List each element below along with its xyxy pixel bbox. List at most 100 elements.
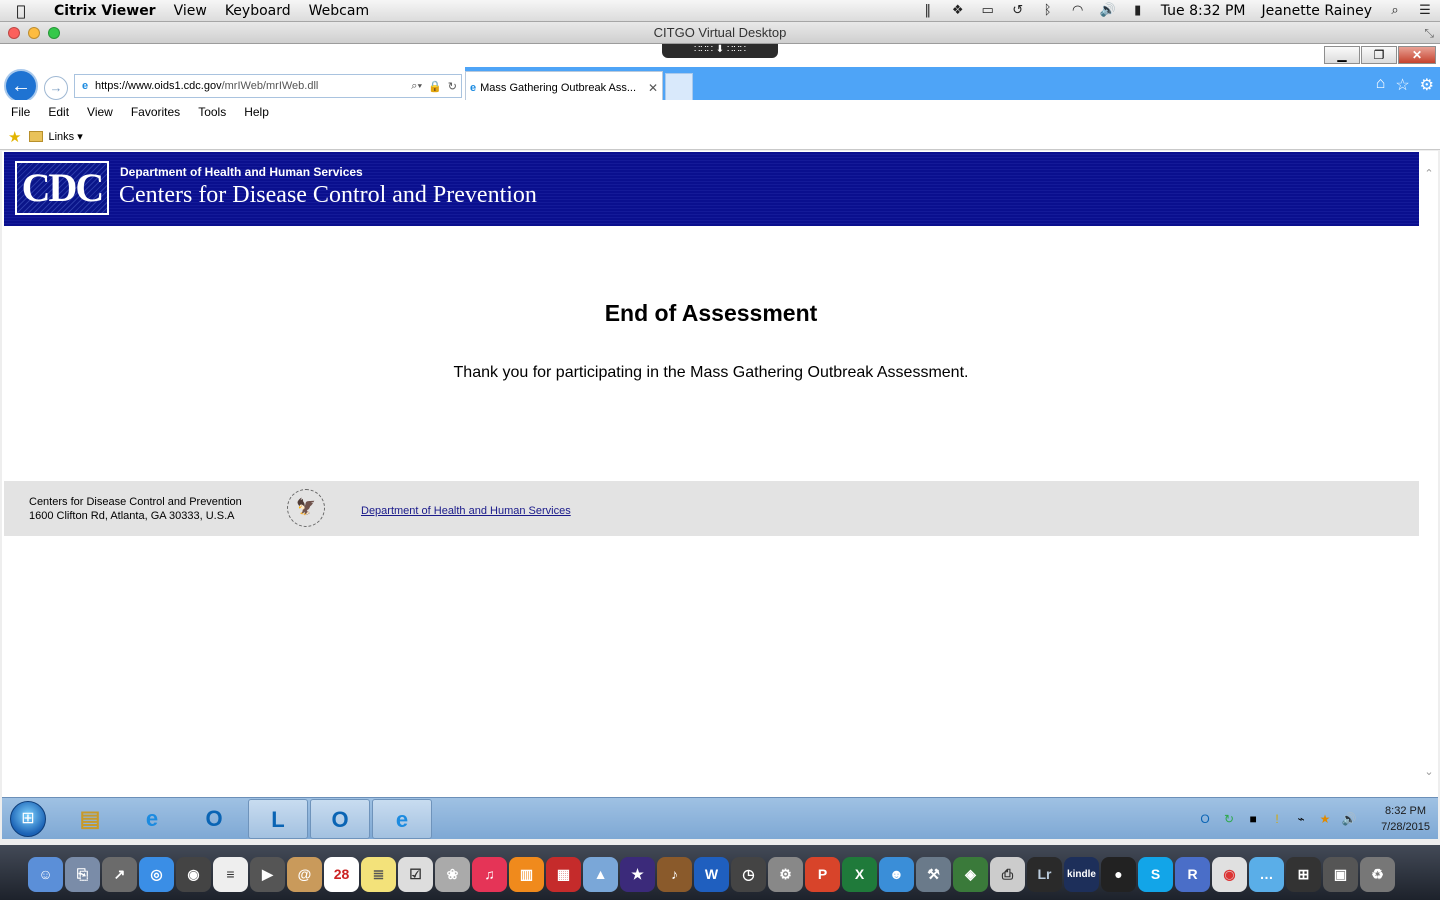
time-machine-icon[interactable]: ↺	[1003, 3, 1033, 18]
scroll-up-icon[interactable]: ⌃	[1420, 167, 1438, 180]
ibooks-icon[interactable]: ▥	[509, 856, 544, 892]
app-tray-icon[interactable]: ■	[1241, 812, 1265, 826]
excel-icon[interactable]: X	[842, 856, 877, 892]
tab-close-icon[interactable]: ✕	[648, 81, 658, 95]
ie-window-icon[interactable]: e	[372, 799, 432, 839]
preview-icon[interactable]: ⎘	[65, 856, 100, 892]
imovie-icon[interactable]: ★	[620, 856, 655, 892]
taskbar-clock[interactable]: 8:32 PM 7/28/2015	[1381, 803, 1430, 835]
apple-menu-icon[interactable]: 	[0, 2, 42, 20]
messages-icon[interactable]: …	[1249, 856, 1284, 892]
wifi-icon[interactable]: ◠	[1063, 3, 1093, 18]
add-favorite-icon[interactable]: ★	[8, 128, 21, 146]
photo-booth-icon[interactable]: ▦	[546, 856, 581, 892]
gear-icon[interactable]: ⚙	[1420, 75, 1434, 95]
image-capture-icon[interactable]: ▲	[583, 856, 618, 892]
new-tab-button[interactable]	[665, 73, 693, 101]
readability-icon[interactable]: ‖	[913, 3, 943, 18]
back-button[interactable]: ←	[4, 69, 38, 103]
bluetooth-icon[interactable]: ᛒ	[1033, 3, 1063, 18]
citrix-receiver-icon[interactable]: ⊞	[1286, 856, 1321, 892]
powerpoint-icon[interactable]: P	[805, 856, 840, 892]
airplay-icon[interactable]: ▭	[973, 3, 1003, 18]
vertical-scrollbar[interactable]: ⌃ ⌄	[1420, 151, 1438, 797]
menu-help[interactable]: Help	[237, 105, 276, 119]
menu-webcam[interactable]: Webcam	[300, 3, 378, 19]
scroll-down-icon[interactable]: ⌄	[1420, 765, 1438, 778]
outlook-window-icon[interactable]: O	[310, 799, 370, 839]
lightroom-icon[interactable]: Lr	[1027, 856, 1062, 892]
skype-icon[interactable]: S	[1138, 856, 1173, 892]
refresh-icon[interactable]: ↻	[448, 80, 457, 93]
app-menu[interactable]: Citrix Viewer	[42, 3, 165, 19]
network-tray-icon[interactable]: ⌁	[1289, 812, 1313, 826]
reminders-icon[interactable]: ☑	[398, 856, 433, 892]
camera-icon[interactable]: ●	[1101, 856, 1136, 892]
ie-taskbar-icon[interactable]: e	[122, 799, 182, 839]
menu-edit[interactable]: Edit	[41, 105, 76, 119]
menu-keyboard[interactable]: Keyboard	[216, 3, 300, 19]
citrix-toolbar-handle[interactable]: ∷∷∷ ⬇ ∷∷∷	[662, 44, 778, 58]
contacts-icon[interactable]: @	[287, 856, 322, 892]
fullscreen-icon[interactable]: ⤡	[1424, 22, 1434, 44]
finder-icon[interactable]: ☺	[28, 856, 63, 892]
menu-view-ie[interactable]: View	[80, 105, 120, 119]
system-preferences-icon[interactable]: ⚙	[768, 856, 803, 892]
menu-tools[interactable]: Tools	[191, 105, 233, 119]
restore-button[interactable]: ❐	[1361, 46, 1397, 64]
printer-icon[interactable]: ⎙	[990, 856, 1025, 892]
forward-button[interactable]: →	[44, 76, 68, 100]
menubar-user[interactable]: Jeanette Rainey	[1253, 3, 1380, 19]
dashboard-icon[interactable]: ◉	[176, 856, 211, 892]
notes-icon[interactable]: ≣	[361, 856, 396, 892]
garageband-icon[interactable]: ♪	[657, 856, 692, 892]
window-minimize-button[interactable]	[28, 27, 40, 39]
network-icon[interactable]: ◈	[953, 856, 988, 892]
sync-tray-icon[interactable]: ↻	[1217, 812, 1241, 826]
kindle-icon[interactable]: kindle	[1064, 856, 1099, 892]
textedit-icon[interactable]: ≡	[213, 856, 248, 892]
search-icon[interactable]: ⌕▾	[411, 80, 422, 93]
update-tray-icon[interactable]: ★	[1313, 812, 1337, 826]
address-url[interactable]: https://www.oids1.cdc.gov/mrIWeb/mrIWeb.…	[95, 80, 411, 92]
home-icon[interactable]: ⌂	[1376, 75, 1386, 95]
start-button[interactable]: ⊞	[10, 801, 46, 837]
window-zoom-button[interactable]	[48, 27, 60, 39]
volume-icon[interactable]: 🔊	[1093, 3, 1123, 18]
photos-icon[interactable]: ❀	[435, 856, 470, 892]
explorer-icon[interactable]: ▤	[60, 799, 120, 839]
lock-icon[interactable]: 🔒	[428, 80, 442, 93]
safari-icon[interactable]: ◎	[139, 856, 174, 892]
outlook-tray-icon[interactable]: O	[1193, 812, 1217, 826]
menubar-clock[interactable]: Tue 8:32 PM	[1153, 3, 1254, 19]
migration-icon[interactable]: ⚒	[916, 856, 951, 892]
lync-icon[interactable]: L	[248, 799, 308, 839]
volume-tray-icon[interactable]: 🔊	[1337, 812, 1361, 826]
window-close-button[interactable]	[8, 27, 20, 39]
r-icon[interactable]: R	[1175, 856, 1210, 892]
downloads-icon[interactable]: ▣	[1323, 856, 1358, 892]
launchpad-icon[interactable]: ↗	[102, 856, 137, 892]
calendar-icon[interactable]: 28	[324, 856, 359, 892]
menu-favorites[interactable]: Favorites	[124, 105, 187, 119]
spotlight-search-icon[interactable]: ⌕	[1380, 3, 1410, 18]
notification-center-icon[interactable]: ☰	[1410, 3, 1440, 18]
minimize-button[interactable]: ▁	[1324, 46, 1360, 64]
outlook-icon[interactable]: O	[184, 799, 244, 839]
messenger-icon[interactable]: ☻	[879, 856, 914, 892]
cdc-logo[interactable]: CDC	[15, 161, 109, 215]
itunes-icon[interactable]: ♫	[472, 856, 507, 892]
links-folder[interactable]: Links ▾	[48, 130, 82, 143]
close-button[interactable]: ✕	[1398, 46, 1436, 64]
trash-icon[interactable]: ♻	[1360, 856, 1395, 892]
chrome-icon[interactable]: ◉	[1212, 856, 1247, 892]
dropbox-icon[interactable]: ❖	[943, 3, 973, 18]
warning-tray-icon[interactable]: !	[1265, 812, 1289, 826]
menu-file[interactable]: File	[4, 105, 37, 119]
favorites-star-icon[interactable]: ☆	[1395, 75, 1409, 95]
word-icon[interactable]: W	[694, 856, 729, 892]
tab-mass-gathering[interactable]: e Mass Gathering Outbreak Ass... ✕	[465, 71, 663, 103]
address-bar[interactable]: e https://www.oids1.cdc.gov/mrIWeb/mrIWe…	[74, 74, 462, 98]
time-machine-dock-icon[interactable]: ◷	[731, 856, 766, 892]
facetime-icon[interactable]: ▶	[250, 856, 285, 892]
